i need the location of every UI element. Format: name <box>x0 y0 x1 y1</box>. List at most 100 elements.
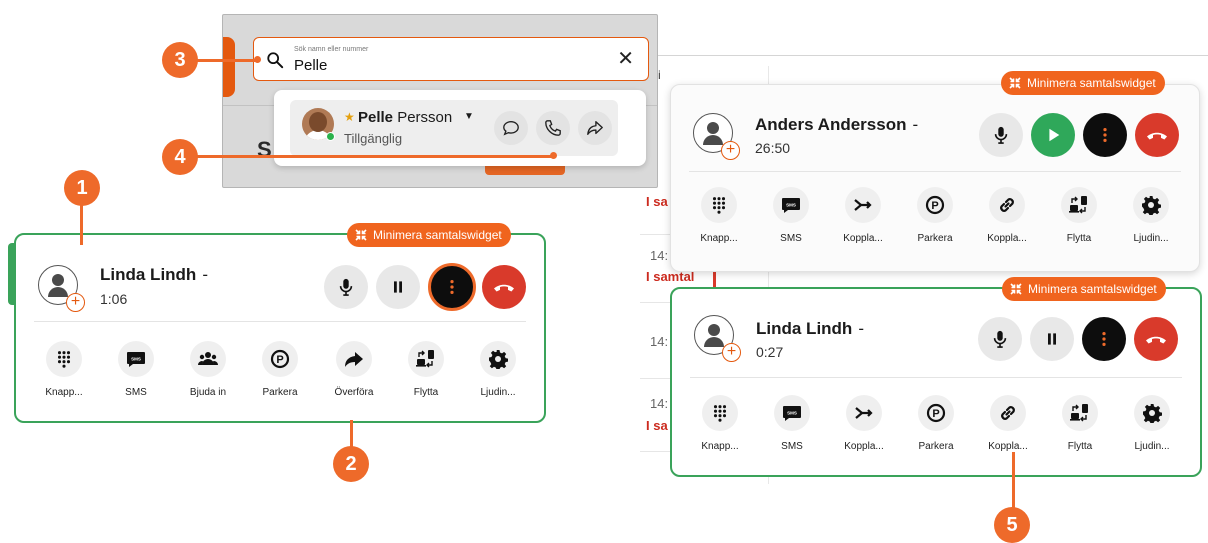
contact-first-name: Pelle <box>358 109 394 126</box>
call-duration: 0:27 <box>756 344 784 360</box>
callout-leader <box>1012 452 1015 512</box>
panel-side-tab[interactable] <box>223 37 235 97</box>
hang-up-button[interactable] <box>1134 317 1178 361</box>
action-park[interactable]: Parkera <box>244 341 316 398</box>
sms-icon <box>781 195 801 215</box>
hang-up-icon <box>1145 123 1169 147</box>
more-options-button[interactable] <box>428 263 476 311</box>
gear-icon <box>1141 195 1161 215</box>
call-widget-anders: Minimera samtalswidget + Anders Andersso… <box>670 71 1200 272</box>
callout-leader <box>196 59 258 62</box>
background-heading-fragment: S <box>257 137 272 162</box>
action-connect[interactable]: Koppla... <box>827 187 899 244</box>
action-transfer[interactable]: Överföra <box>318 341 390 398</box>
close-icon[interactable]: ✕ <box>617 48 634 70</box>
contact-name: Pelle Persson <box>358 109 452 126</box>
keypad-icon <box>55 350 73 368</box>
mute-button[interactable] <box>324 265 368 309</box>
search-input[interactable]: Sök namn eller nummer Pelle ✕ <box>253 37 649 81</box>
park-icon <box>270 349 290 369</box>
history-time: 14: <box>650 248 669 263</box>
add-contact-icon[interactable]: + <box>66 293 85 312</box>
hang-up-button[interactable] <box>1135 113 1179 157</box>
more-vertical-icon <box>1095 330 1113 348</box>
action-audio-settings[interactable]: Ljudin... <box>1116 395 1188 452</box>
contact-result-item[interactable]: ★ Pelle Persson ▼ Tillgänglig <box>290 100 618 156</box>
more-vertical-icon <box>443 278 461 296</box>
add-contact-icon[interactable]: + <box>721 141 740 160</box>
minimize-widget-button[interactable]: Minimera samtalswidget <box>347 223 511 247</box>
callout-badge: 5 <box>994 507 1030 543</box>
microphone-icon <box>991 330 1009 348</box>
chat-button[interactable] <box>494 111 528 145</box>
connect-arrow-icon <box>853 195 873 215</box>
action-park[interactable]: Parkera <box>900 395 972 452</box>
more-options-button[interactable] <box>1082 317 1126 361</box>
action-audio-settings[interactable]: Ljudin... <box>1115 187 1187 244</box>
minimize-icon <box>1010 283 1022 295</box>
link-icon <box>997 195 1017 215</box>
hang-up-icon <box>492 275 516 299</box>
action-sms[interactable]: SMS <box>756 395 828 452</box>
more-options-button[interactable] <box>1083 113 1127 157</box>
action-connect[interactable]: Koppla... <box>828 395 900 452</box>
hang-up-button[interactable] <box>482 265 526 309</box>
history-status: I sa <box>646 194 668 209</box>
mute-button[interactable] <box>979 113 1023 157</box>
action-move[interactable]: Flytta <box>1044 395 1116 452</box>
mute-button[interactable] <box>978 317 1022 361</box>
action-audio-settings[interactable]: Ljudin... <box>462 341 534 398</box>
forward-icon <box>344 349 364 369</box>
action-move[interactable]: Flytta <box>1043 187 1115 244</box>
presence-status: Tillgänglig <box>344 131 403 146</box>
chevron-down-icon[interactable]: ▼ <box>464 111 474 122</box>
microphone-icon <box>337 278 355 296</box>
action-keypad[interactable]: Knapp... <box>28 341 100 398</box>
action-move[interactable]: Flytta <box>390 341 462 398</box>
widget-divider <box>690 377 1182 378</box>
add-contact-icon[interactable]: + <box>722 343 741 362</box>
avatar: + <box>693 113 740 160</box>
contact-last-name: Persson <box>397 109 453 126</box>
widget-divider <box>689 171 1181 172</box>
action-sms[interactable]: SMS <box>755 187 827 244</box>
action-link-calls[interactable]: Koppla... <box>972 395 1044 452</box>
action-invite[interactable]: Bjuda in <box>172 341 244 398</box>
link-icon <box>998 403 1018 423</box>
callout-leader <box>80 203 83 245</box>
park-icon <box>926 403 946 423</box>
search-placeholder: Sök namn eller nummer <box>294 46 369 53</box>
play-icon <box>1044 126 1062 144</box>
minimize-label: Minimera samtalswidget <box>1028 282 1157 296</box>
chat-icon <box>502 119 520 137</box>
callout-leader-dot <box>550 152 557 159</box>
history-time: 14: <box>650 334 669 349</box>
move-device-icon <box>1070 403 1090 423</box>
share-button[interactable] <box>578 111 612 145</box>
resume-button[interactable] <box>1031 113 1075 157</box>
call-widget-linda-left: Minimera samtalswidget + Linda Lindh - 1:… <box>14 223 546 423</box>
action-keypad[interactable]: Knapp... <box>684 395 756 452</box>
sms-icon <box>126 349 146 369</box>
star-icon[interactable]: ★ <box>344 110 355 124</box>
action-park[interactable]: Parkera <box>899 187 971 244</box>
avatar: + <box>694 315 741 362</box>
action-link-calls[interactable]: Koppla... <box>971 187 1043 244</box>
move-device-icon <box>416 349 436 369</box>
hold-button[interactable] <box>376 265 420 309</box>
minimize-widget-button[interactable]: Minimera samtalswidget <box>1002 277 1166 301</box>
minimize-label: Minimera samtalswidget <box>373 228 502 242</box>
action-keypad[interactable]: Knapp... <box>683 187 755 244</box>
call-duration: 26:50 <box>755 140 791 156</box>
share-icon <box>586 119 604 137</box>
minimize-widget-button[interactable]: Minimera samtalswidget <box>1001 71 1165 95</box>
presence-online-dot <box>326 132 335 141</box>
hold-button[interactable] <box>1030 317 1074 361</box>
hang-up-icon <box>1144 327 1168 351</box>
call-button[interactable] <box>536 111 570 145</box>
phone-icon <box>544 119 562 137</box>
callout-leader-dot <box>254 56 261 63</box>
callout-badge: 4 <box>162 139 198 175</box>
avatar: + <box>38 265 85 312</box>
action-sms[interactable]: SMS <box>100 341 172 398</box>
